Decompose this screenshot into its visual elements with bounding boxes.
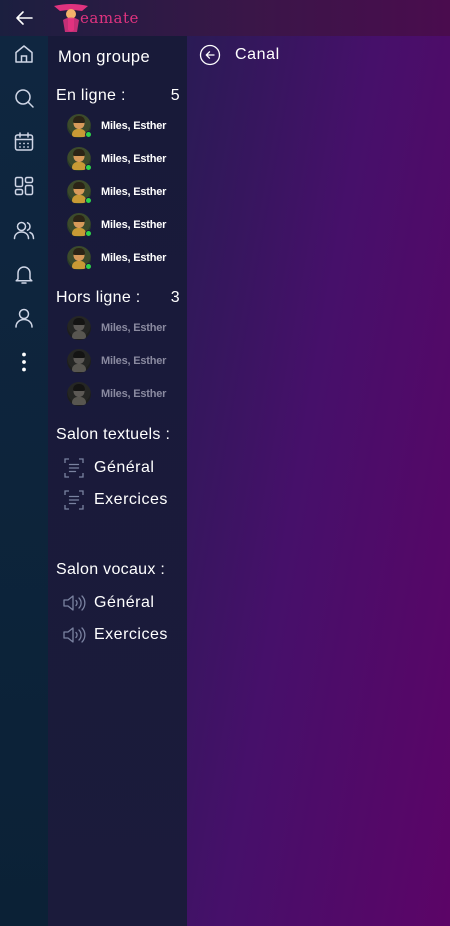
- text-channels-label: Salon textuels :: [56, 426, 171, 443]
- member-name: Miles, Esther: [101, 153, 167, 165]
- online-status-dot: [85, 197, 92, 204]
- avatar: [67, 316, 91, 340]
- channel-label: Général: [94, 459, 155, 476]
- panel-title: Mon groupe: [58, 48, 151, 66]
- member-offline[interactable]: Miles, Esther: [67, 349, 166, 373]
- voice-channels-label: Salon vocaux :: [56, 561, 166, 578]
- member-name: Miles, Esther: [101, 120, 167, 132]
- group-panel: Mon groupe En ligne : 5 Miles, Esther Mi…: [48, 36, 187, 926]
- online-status-dot: [85, 263, 92, 270]
- more-vertical-icon[interactable]: [12, 350, 36, 374]
- speaker-icon: [62, 624, 86, 646]
- member-name: Miles, Esther: [101, 219, 167, 231]
- voice-channel-general[interactable]: Général: [62, 592, 154, 614]
- back-circle-icon[interactable]: [199, 44, 221, 66]
- member-name: Miles, Esther: [101, 322, 167, 334]
- member-online[interactable]: Miles, Esther: [67, 180, 166, 204]
- member-online[interactable]: Miles, Esther: [67, 246, 166, 270]
- channel-label: Exercices: [94, 491, 168, 508]
- offline-count: 3: [170, 289, 180, 306]
- users-icon[interactable]: [12, 218, 36, 242]
- member-name: Miles, Esther: [101, 252, 167, 264]
- search-icon[interactable]: [12, 86, 36, 110]
- avatar: [67, 180, 92, 204]
- text-channel-general[interactable]: Général: [62, 457, 154, 479]
- avatar: [67, 246, 92, 270]
- dashboard-icon[interactable]: [12, 174, 36, 198]
- app-logo[interactable]: eamate: [52, 2, 139, 34]
- voice-channels-header: Salon vocaux :: [56, 561, 184, 579]
- offline-section-header: Hors ligne : 3: [56, 289, 180, 307]
- channel-title: Canal: [235, 46, 280, 63]
- voice-channel-exercices[interactable]: Exercices: [62, 624, 168, 646]
- member-name: Miles, Esther: [101, 355, 167, 367]
- online-count: 5: [170, 87, 180, 104]
- avatar: [67, 213, 92, 237]
- avatar: [67, 147, 92, 171]
- member-online[interactable]: Miles, Esther: [67, 114, 166, 138]
- channel-label: Général: [94, 594, 155, 611]
- text-channel-exercices[interactable]: Exercices: [62, 489, 168, 511]
- user-icon[interactable]: [12, 306, 36, 330]
- home-icon[interactable]: [12, 42, 36, 66]
- speaker-icon: [62, 592, 86, 614]
- online-status-dot: [85, 131, 92, 138]
- text-channel-icon: [62, 457, 86, 479]
- icon-rail: [0, 36, 48, 926]
- online-label: En ligne :: [56, 87, 126, 104]
- avatar: [67, 349, 91, 373]
- member-online[interactable]: Miles, Esther: [67, 213, 166, 237]
- top-bar: eamate: [0, 0, 450, 36]
- avatar: [67, 382, 91, 406]
- text-channel-icon: [62, 489, 86, 511]
- bell-icon[interactable]: [12, 262, 36, 286]
- back-arrow-icon[interactable]: [12, 7, 36, 29]
- member-name: Miles, Esther: [101, 388, 167, 400]
- channel-header: Canal: [199, 44, 280, 66]
- logo-text: eamate: [80, 9, 139, 27]
- calendar-icon[interactable]: [12, 130, 36, 154]
- avatar: [67, 114, 92, 138]
- offline-label: Hors ligne :: [56, 289, 141, 306]
- online-status-dot: [85, 230, 92, 237]
- channel-label: Exercices: [94, 626, 168, 643]
- member-online[interactable]: Miles, Esther: [67, 147, 166, 171]
- online-status-dot: [85, 164, 92, 171]
- member-offline[interactable]: Miles, Esther: [67, 316, 166, 340]
- member-offline[interactable]: Miles, Esther: [67, 382, 166, 406]
- online-section-header: En ligne : 5: [56, 87, 180, 105]
- text-channels-header: Salon textuels :: [56, 426, 184, 444]
- channel-view: Canal: [187, 36, 450, 926]
- member-name: Miles, Esther: [101, 186, 167, 198]
